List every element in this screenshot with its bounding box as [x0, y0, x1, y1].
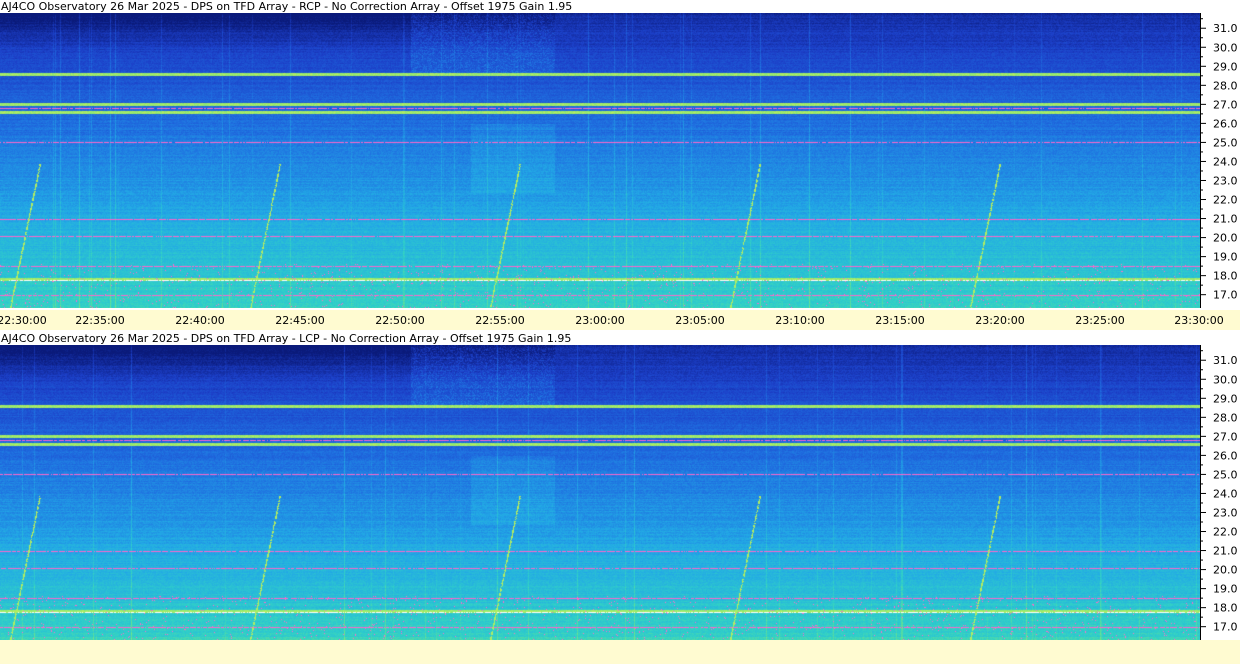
- y-tick-label: 23.0: [1213, 174, 1238, 187]
- y-tick-label: 30.0: [1213, 41, 1238, 54]
- y-tick-label: 28.0: [1213, 79, 1238, 92]
- y-tick-label: 20.0: [1213, 564, 1238, 577]
- y-tick-label: 19.0: [1213, 583, 1238, 596]
- bottom-strip: [0, 640, 1240, 664]
- x-tick-label: 22:55:00: [475, 314, 525, 327]
- lcp-frequency-axis: 31.0 30.0 29.0 28.0 27.0 26.0 25.0 24.0 23.0 22.0…: [1200, 345, 1240, 640]
- y-tick-label: 20.0: [1213, 232, 1238, 245]
- x-tick-label: 22:45:00: [275, 314, 325, 327]
- y-tick-label: 31.0: [1213, 22, 1238, 35]
- rcp-spectrogram: [0, 13, 1200, 308]
- y-tick-label: 21.0: [1213, 213, 1238, 226]
- y-tick-label: 17.0: [1213, 289, 1238, 302]
- lcp-panel: AJ4CO Observatory 26 Mar 2025 - DPS on T…: [0, 332, 1240, 640]
- rcp-panel: AJ4CO Observatory 26 Mar 2025 - DPS on T…: [0, 0, 1240, 332]
- time-axis: 22:30:00 22:35:00 22:40:00 22:45:00 22:50:00…: [0, 310, 1240, 330]
- y-tick-label: 31.0: [1213, 354, 1238, 367]
- rcp-frequency-axis: 31.0 30.0 29.0 28.0 27.0 26.0 25.0 24.0 23.0 22.0…: [1200, 13, 1240, 308]
- rcp-panel-title: AJ4CO Observatory 26 Mar 2025 - DPS on T…: [1, 0, 573, 13]
- y-tick-label: 30.0: [1213, 373, 1238, 386]
- x-tick-label: 22:50:00: [375, 314, 425, 327]
- y-tick-label: 25.0: [1213, 468, 1238, 481]
- x-tick-label: 22:40:00: [175, 314, 225, 327]
- y-tick-label: 21.0: [1213, 545, 1238, 558]
- y-tick-label: 27.0: [1213, 430, 1238, 443]
- x-tick-label: 22:35:00: [75, 314, 125, 327]
- y-tick-label: 29.0: [1213, 392, 1238, 405]
- lcp-panel-title: AJ4CO Observatory 26 Mar 2025 - DPS on T…: [1, 332, 572, 345]
- y-tick-label: 22.0: [1213, 526, 1238, 539]
- y-tick-label: 22.0: [1213, 194, 1238, 207]
- x-tick-label: 22:30:00: [0, 314, 47, 327]
- y-tick-label: 18.0: [1213, 602, 1238, 615]
- y-tick-label: 28.0: [1213, 411, 1238, 424]
- y-tick-label: 23.0: [1213, 506, 1238, 519]
- y-tick-label: 25.0: [1213, 136, 1238, 149]
- y-tick-label: 26.0: [1213, 449, 1238, 462]
- x-tick-label: 23:20:00: [975, 314, 1025, 327]
- x-tick-label: 23:15:00: [875, 314, 925, 327]
- y-tick-label: 19.0: [1213, 251, 1238, 264]
- x-tick-label: 23:10:00: [775, 314, 825, 327]
- x-tick-label: 23:25:00: [1075, 314, 1125, 327]
- y-tick-label: 18.0: [1213, 270, 1238, 283]
- lcp-spectrogram: [0, 345, 1200, 640]
- y-tick-label: 17.0: [1213, 621, 1238, 634]
- x-tick-label: 23:05:00: [675, 314, 725, 327]
- y-tick-label: 24.0: [1213, 155, 1238, 168]
- y-tick-label: 26.0: [1213, 117, 1238, 130]
- x-tick-label: 23:00:00: [575, 314, 625, 327]
- y-tick-label: 29.0: [1213, 60, 1238, 73]
- y-tick-label: 24.0: [1213, 487, 1238, 500]
- x-tick-label: 23:30:00: [1174, 314, 1224, 327]
- y-tick-label: 27.0: [1213, 98, 1238, 111]
